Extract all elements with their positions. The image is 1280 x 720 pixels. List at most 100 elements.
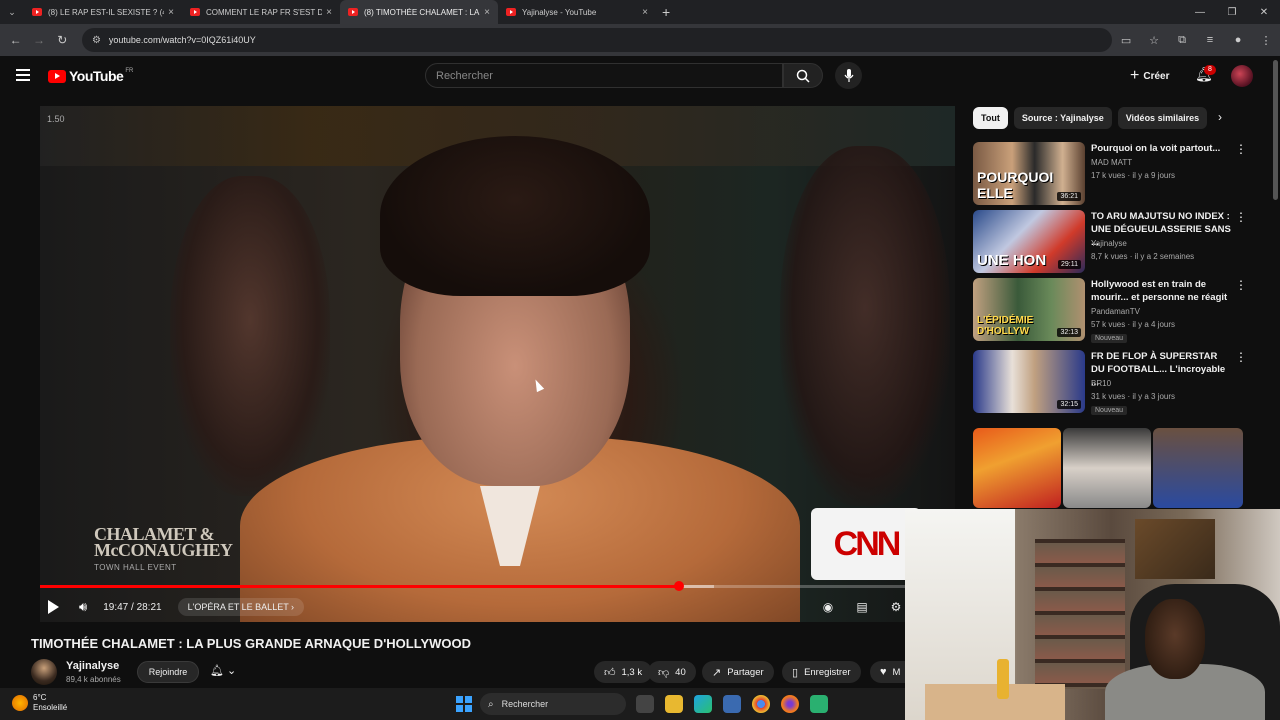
youtube-favicon-icon: [190, 8, 200, 16]
forward-arrow-icon[interactable]: →: [27, 33, 50, 47]
thanks-label: M: [892, 666, 901, 678]
video-thumbnail[interactable]: UNE HON 29:11: [973, 210, 1085, 273]
url-text: youtube.com/watch?v=0IQZ61i40UY: [108, 35, 256, 45]
search-icon: ⌕: [488, 698, 494, 710]
recommendation-title[interactable]: Pourquoi on la voit partout...: [1091, 142, 1231, 155]
create-button[interactable]: + Créer: [1130, 67, 1169, 85]
close-window-icon[interactable]: ✕: [1248, 0, 1280, 24]
close-tab-icon[interactable]: ×: [326, 7, 332, 18]
time-display: 19:47 / 28:21: [103, 601, 162, 613]
firefox-icon[interactable]: [781, 695, 799, 713]
channel-avatar[interactable]: [31, 659, 57, 685]
task-view-icon[interactable]: [636, 695, 654, 713]
chip-similar[interactable]: Vidéos similaires: [1117, 107, 1208, 129]
page-scrollbar[interactable]: [1273, 60, 1278, 200]
chip-all[interactable]: Tout: [973, 107, 1008, 129]
join-button[interactable]: Rejoindre: [137, 661, 199, 683]
recommendation-item[interactable]: POURQUOI ELLE 36:21 Pourquoi on la voit …: [973, 142, 1247, 206]
webcam-overlay: [905, 509, 1280, 720]
more-options-icon[interactable]: ⋮: [1235, 350, 1247, 364]
recommendation-channel[interactable]: MAD MATT: [1091, 158, 1132, 167]
hamburger-menu-icon[interactable]: [16, 69, 30, 81]
browser-tab-active[interactable]: (8) TIMOTHÉE CHALAMET : LA ×: [340, 0, 498, 24]
reload-icon[interactable]: ↻: [51, 33, 74, 47]
recommendation-channel[interactable]: PandamanTV: [1091, 307, 1140, 316]
thanks-button[interactable]: ♥ M: [870, 661, 910, 683]
progress-bar[interactable]: [40, 581, 955, 591]
like-button[interactable]: 👍︎ 1,3 k: [594, 661, 653, 683]
video-frame-person: [780, 146, 950, 506]
close-tab-icon[interactable]: ×: [484, 7, 490, 18]
watermark-line: McCONAUGHEY: [94, 540, 233, 560]
recommendation-title[interactable]: FR DE FLOP À SUPERSTAR DU FOOTBALL... L'…: [1091, 350, 1231, 389]
more-options-icon[interactable]: ⋮: [1235, 210, 1247, 224]
save-button[interactable]: ▯ Enregistrer: [782, 661, 861, 683]
recommendation-item[interactable]: L'ÉPIDÉMIE D'HOLLYW 32:13 Hollywood est …: [973, 278, 1247, 343]
scrubber-handle[interactable]: [673, 581, 684, 591]
cast-icon[interactable]: ▭: [1112, 34, 1140, 47]
short-thumbnail[interactable]: [1063, 428, 1151, 508]
back-arrow-icon[interactable]: ←: [4, 33, 27, 47]
recommendation-item[interactable]: UNE HON 29:11 TO ARU MAJUTSU NO INDEX : …: [973, 210, 1247, 274]
profile-icon[interactable]: ●: [1224, 34, 1252, 47]
youtube-logo[interactable]: YouTube FR: [48, 68, 133, 84]
tab-search-icon[interactable]: ⌄: [0, 0, 24, 24]
thumbs-up-icon: 👍︎: [604, 666, 616, 679]
search-input[interactable]: Rechercher: [425, 63, 783, 88]
short-thumbnail[interactable]: [1153, 428, 1243, 508]
file-explorer-icon[interactable]: [665, 695, 683, 713]
cnn-logo-text: CNN: [833, 524, 902, 563]
chrome-menu-icon[interactable]: ⋮: [1252, 34, 1280, 47]
chip-source[interactable]: Source : Yajinalyse: [1013, 107, 1112, 129]
site-info-icon[interactable]: ⚙: [92, 35, 101, 46]
play-icon[interactable]: [48, 600, 59, 614]
chevron-right-icon[interactable]: ›: [1218, 110, 1222, 124]
share-button[interactable]: ↗ Partager: [702, 661, 774, 683]
subscription-bell-button[interactable]: 🔔︎ ⌄: [210, 664, 236, 677]
search-button[interactable]: [783, 63, 823, 88]
browser-tab[interactable]: COMMENT LE RAP FR S'EST DÉ ×: [182, 0, 340, 24]
new-tab-button[interactable]: +: [662, 4, 670, 20]
edge-icon[interactable]: [694, 695, 712, 713]
close-tab-icon[interactable]: ×: [168, 7, 174, 18]
subscriber-count: 89,4 k abonnés: [66, 675, 121, 684]
recommendation-channel[interactable]: Yajinalyse: [1091, 239, 1127, 248]
chrome-icon[interactable]: [752, 695, 770, 713]
more-options-icon[interactable]: ⋮: [1235, 278, 1247, 292]
taskbar-search[interactable]: ⌕ Rechercher: [480, 693, 626, 715]
more-options-icon[interactable]: ⋮: [1235, 142, 1247, 156]
video-thumbnail[interactable]: L'ÉPIDÉMIE D'HOLLYW 32:13: [973, 278, 1085, 341]
bell-icon: 🔔︎: [210, 665, 224, 677]
app-icon[interactable]: [810, 695, 828, 713]
store-icon[interactable]: [723, 695, 741, 713]
video-thumbnail[interactable]: POURQUOI ELLE 36:21: [973, 142, 1085, 205]
volume-icon[interactable]: 🔊︎: [79, 599, 87, 615]
dislike-button[interactable]: 👎︎ 40: [648, 661, 696, 683]
channel-name[interactable]: Yajinalyse: [66, 660, 119, 672]
recommendation-channel[interactable]: BR10: [1091, 379, 1111, 388]
video-thumbnail[interactable]: 32:15: [973, 350, 1085, 413]
extensions-icon[interactable]: ⧉: [1168, 34, 1196, 47]
voice-search-button[interactable]: [835, 62, 862, 89]
browser-tab[interactable]: (8) LE RAP EST-IL SEXISTE ? (4 F ×: [24, 0, 182, 24]
url-field[interactable]: ⚙ youtube.com/watch?v=0IQZ61i40UY: [81, 28, 1113, 52]
youtube-play-logo-icon: [48, 69, 66, 83]
webcam-table: [925, 684, 1065, 720]
recommendation-title[interactable]: Hollywood est en train de mourir... et p…: [1091, 278, 1231, 304]
bookmark-star-icon[interactable]: ☆: [1140, 34, 1168, 47]
autoplay-toggle-icon[interactable]: ◉: [811, 600, 845, 615]
account-avatar[interactable]: [1231, 65, 1253, 87]
maximize-icon[interactable]: ❐: [1216, 0, 1248, 24]
video-player[interactable]: 1.50 CHALAMET & McCONAUGHEY TOWN HALL EV…: [40, 106, 955, 622]
recommendation-item[interactable]: 32:15 FR DE FLOP À SUPERSTAR DU FOOTBALL…: [973, 350, 1247, 415]
weather-widget[interactable]: 6°C Ensoleillé: [12, 693, 67, 713]
subtitles-icon[interactable]: ▤: [845, 600, 879, 615]
chapter-button[interactable]: L'OPÉRA ET LE BALLET ›: [177, 598, 305, 616]
minimize-icon[interactable]: —: [1184, 0, 1216, 24]
recommendation-meta: 31 k vues · il y a 3 jours: [1091, 392, 1176, 401]
media-icon[interactable]: ≡: [1196, 34, 1224, 47]
close-tab-icon[interactable]: ×: [642, 7, 648, 18]
short-thumbnail[interactable]: [973, 428, 1061, 508]
browser-tab[interactable]: Yajinalyse - YouTube ×: [498, 0, 656, 24]
windows-start-icon[interactable]: [456, 696, 472, 712]
